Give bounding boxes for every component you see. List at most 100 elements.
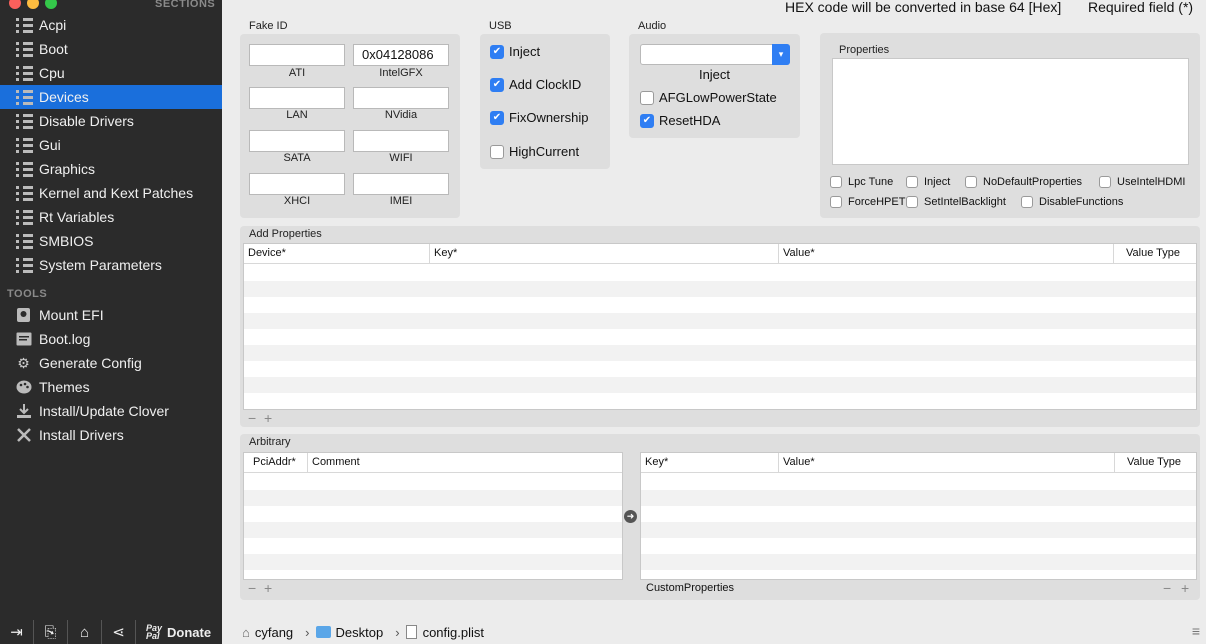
disk-icon (15, 307, 32, 324)
arbitrary-title: Arbitrary (249, 436, 291, 448)
path-segment-home[interactable]: ⌂ cyfang (242, 625, 293, 640)
fake-id-intelgfx-field[interactable]: 0x04128086 (353, 44, 449, 66)
audio-afglowpowerstate-checkbox[interactable]: AFGLowPowerState (640, 90, 777, 105)
add-properties-title: Add Properties (249, 228, 322, 240)
tool-mount-efi[interactable]: Mount EFI (0, 303, 222, 327)
menu-lines-icon[interactable]: ≡ (1192, 623, 1200, 639)
log-icon (15, 331, 32, 348)
usb-fixownership-checkbox[interactable]: ✔ FixOwnership (490, 110, 588, 125)
audio-inject-select[interactable]: ▾ (640, 44, 790, 65)
sidebar-item-rt-variables[interactable]: Rt Variables (0, 205, 222, 229)
fake-id-lan-field[interactable] (249, 87, 345, 109)
usb-inject-checkbox[interactable]: ✔ Inject (490, 44, 540, 59)
column-header-value-type[interactable]: Value Type (1114, 244, 1196, 264)
import-icon: ⇥ (10, 624, 23, 641)
fake-id-wifi-label: WIFI (389, 152, 413, 164)
path-segment-desktop[interactable]: Desktop (315, 624, 384, 640)
sidebar-item-cpu[interactable]: Cpu (0, 61, 222, 85)
sidebar-item-disable-drivers[interactable]: Disable Drivers (0, 109, 222, 133)
sidebar-item-graphics[interactable]: Graphics (0, 157, 222, 181)
sidebar-item-boot[interactable]: Boot (0, 37, 222, 61)
sidebar-item-label: Devices (39, 89, 89, 105)
fake-id-ati-field[interactable] (249, 44, 345, 66)
audio-resethda-checkbox[interactable]: ✔ ResetHDA (640, 113, 720, 128)
sidebar-item-system-parameters[interactable]: System Parameters (0, 253, 222, 277)
column-header-key[interactable]: Key* (430, 244, 779, 264)
add-row-button[interactable]: + (264, 410, 272, 426)
audio-title: Audio (638, 20, 667, 32)
arbitrary-left-table[interactable]: PciAddr* Comment (243, 452, 623, 580)
column-header-key[interactable]: Key* (641, 453, 779, 473)
properties-nodefaultproperties-checkbox[interactable]: NoDefaultProperties (965, 176, 1082, 188)
share-icon: ⋖ (112, 624, 125, 641)
home-button[interactable]: ⌂ (68, 620, 102, 644)
column-header-value-type[interactable]: Value Type (1115, 453, 1196, 473)
usb-highcurrent-checkbox[interactable]: HighCurrent (490, 144, 579, 159)
add-properties-table[interactable]: Device* Key* Value* Value Type (243, 243, 1197, 410)
column-header-value[interactable]: Value* (779, 244, 1114, 264)
tool-install-update-clover[interactable]: Install/Update Clover (0, 399, 222, 423)
add-arbitrary-button[interactable]: + (264, 580, 272, 596)
checkbox-label: AFGLowPowerState (659, 90, 777, 105)
column-header-comment[interactable]: Comment (308, 453, 622, 473)
usb-title: USB (489, 20, 512, 32)
arbitrary-right-table[interactable]: Key* Value* Value Type (640, 452, 1197, 580)
fake-id-xhci-field[interactable] (249, 173, 345, 195)
properties-useintelhdmi-checkbox[interactable]: UseIntelHDMI (1099, 176, 1185, 188)
share-button[interactable]: ⋖ (102, 620, 136, 644)
tool-label: Install/Update Clover (39, 403, 169, 419)
arrow-right-icon[interactable]: ➜ (624, 510, 637, 523)
path-bar: ⌂ cyfang › Desktop › config.plist ≡ (222, 620, 1206, 644)
donate-button[interactable]: Pay Pal Donate (136, 624, 211, 641)
properties-inject-checkbox[interactable]: Inject (906, 176, 950, 188)
sidebar-item-acpi[interactable]: Acpi (0, 13, 222, 37)
path-segment-label: cyfang (254, 624, 294, 640)
list-icon (16, 185, 33, 201)
add-properties-group: Add Properties Device* Key* Value* Value… (240, 226, 1200, 427)
list-icon (16, 233, 33, 249)
checkbox-label: Add ClockID (509, 77, 582, 92)
open-file-icon: ⎘ (44, 623, 57, 641)
tool-boot-log[interactable]: Boot.log (0, 327, 222, 351)
properties-disablefunctions-checkbox[interactable]: DisableFunctions (1021, 196, 1123, 208)
add-custom-property-button[interactable]: + (1181, 580, 1189, 596)
properties-lpc-tune-checkbox[interactable]: Lpc Tune (830, 176, 893, 188)
fake-id-wifi-field[interactable] (353, 130, 449, 152)
fake-id-sata-field[interactable] (249, 130, 345, 152)
chevron-right-icon: › (305, 624, 310, 640)
fake-id-imei-field[interactable] (353, 173, 449, 195)
zoom-window-button[interactable] (45, 0, 57, 9)
sidebar-item-label: Acpi (39, 17, 67, 33)
close-window-button[interactable] (9, 0, 21, 9)
column-header-value[interactable]: Value* (779, 453, 1115, 473)
properties-textarea[interactable] (832, 58, 1189, 165)
fake-id-nvidia-field[interactable] (353, 87, 449, 109)
open-button[interactable]: ⎘ (34, 620, 68, 644)
checkbox-label: Lpc Tune (848, 176, 894, 188)
remove-custom-property-button[interactable]: − (1163, 580, 1171, 596)
minimize-window-button[interactable] (27, 0, 39, 9)
column-header-device[interactable]: Device* (244, 244, 430, 264)
checkbox-label: UseIntelHDMI (1117, 176, 1186, 188)
home-icon: ⌂ (242, 624, 250, 640)
sidebar-item-devices[interactable]: Devices (0, 85, 222, 109)
tool-themes[interactable]: Themes (0, 375, 222, 399)
sidebar-item-smbios[interactable]: SMBIOS (0, 229, 222, 253)
column-header-pciaddr[interactable]: PciAddr* (244, 453, 308, 473)
tool-install-drivers[interactable]: Install Drivers (0, 423, 222, 447)
properties-forcehpet-checkbox[interactable]: ForceHPET (830, 196, 905, 208)
import-button[interactable]: ⇥ (0, 620, 34, 644)
sidebar-item-gui[interactable]: Gui (0, 133, 222, 157)
tool-generate-config[interactable]: ⚙ Generate Config (0, 351, 222, 375)
checkmark-icon: ✔ (490, 110, 504, 125)
sidebar-item-kernel-and-kext-patches[interactable]: Kernel and Kext Patches (0, 181, 222, 205)
fake-id-lan-label: LAN (286, 109, 308, 121)
path-segment-label: Desktop (335, 624, 384, 640)
properties-setintelbacklight-checkbox[interactable]: SetIntelBacklight (906, 196, 1006, 208)
path-segment-file[interactable]: config.plist (405, 625, 484, 640)
remove-row-button[interactable]: − (248, 410, 256, 426)
sections-header: SECTIONS (155, 0, 216, 10)
remove-arbitrary-button[interactable]: − (248, 580, 256, 596)
list-icon (16, 137, 33, 153)
usb-add-clockid-checkbox[interactable]: ✔ Add ClockID (490, 77, 581, 92)
